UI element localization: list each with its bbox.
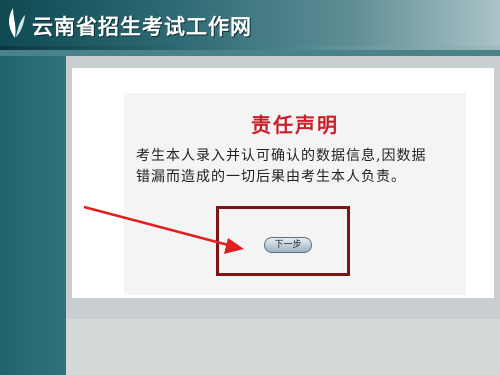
notice-title: 责任声明 xyxy=(251,113,339,137)
next-step-button[interactable]: 下一步 xyxy=(264,237,312,253)
notice-line-2: 错漏而造成的一切后果由考生本人负责。 xyxy=(136,169,406,185)
site-title: 云南省招生考试工作网 xyxy=(32,15,252,39)
left-sidebar xyxy=(0,56,66,375)
site-header: 云南省招生考试工作网 xyxy=(0,0,500,50)
leaf-logo-icon xyxy=(9,8,25,38)
bottom-band xyxy=(66,319,500,375)
notice-body: 考生本人录入并认可确认的数据信息,因数据 错漏而造成的一切后果由考生本人负责。 xyxy=(136,146,456,188)
notice-line-1: 考生本人录入并认可确认的数据信息,因数据 xyxy=(136,148,427,164)
